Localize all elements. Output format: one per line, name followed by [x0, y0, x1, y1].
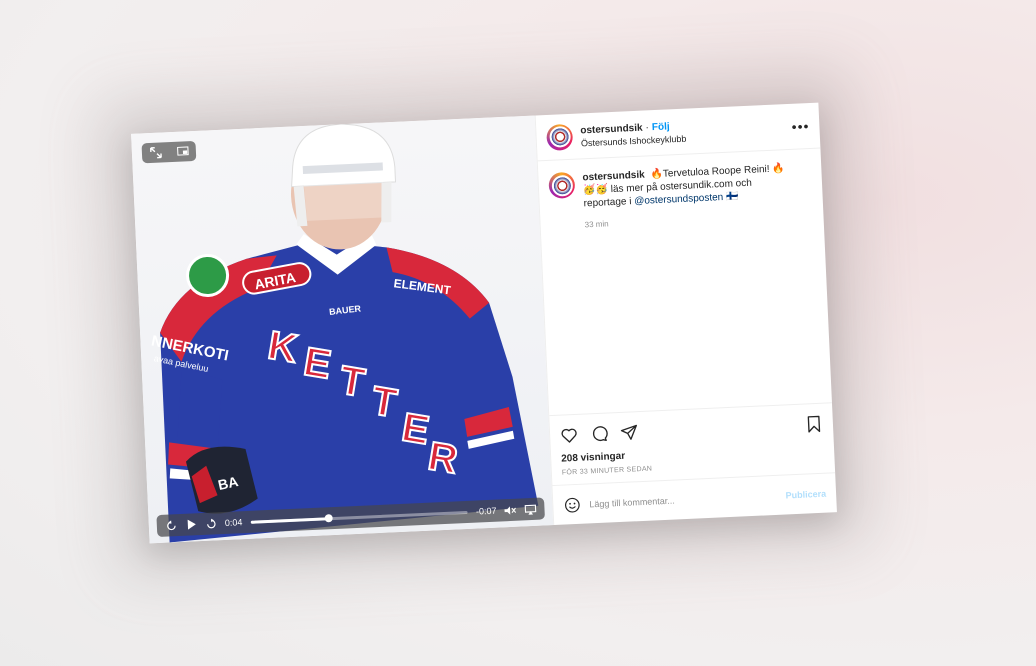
heart-icon[interactable]: [560, 426, 579, 445]
actions-bar: 208 visningar FÖR 33 MINUTER SEDAN: [549, 402, 835, 478]
comment-bar: Publicera: [552, 472, 837, 526]
caption: ostersundsik 🔥Tervetuloa Roope Reini! 🔥🥳…: [582, 162, 794, 210]
progress-fill: [250, 516, 329, 524]
video-player[interactable]: K E T T E R ARITA NNERKOTI avaa palveluu…: [131, 115, 554, 544]
send-icon[interactable]: [620, 423, 639, 442]
more-options-button[interactable]: •••: [791, 118, 809, 135]
comment-icon[interactable]: [590, 424, 609, 443]
progress-knob[interactable]: [324, 513, 333, 522]
caption-area: ostersundsik 🔥Tervetuloa Roope Reini! 🔥🥳…: [538, 149, 832, 416]
avatar[interactable]: [546, 123, 574, 151]
expand-icon: [149, 146, 162, 159]
caption-avatar[interactable]: [548, 171, 576, 199]
mute-icon[interactable]: [504, 504, 517, 517]
separator-dot: ·: [645, 121, 650, 133]
airplay-icon[interactable]: [524, 503, 537, 516]
club-logo: [552, 176, 571, 195]
follow-button[interactable]: Följ: [652, 121, 670, 133]
caption-username[interactable]: ostersundsik: [582, 170, 645, 184]
play-icon[interactable]: [185, 518, 198, 531]
expand-button[interactable]: [141, 140, 197, 164]
publish-button[interactable]: Publicera: [785, 488, 826, 500]
elapsed-time: 0:04: [224, 517, 243, 528]
forward-icon[interactable]: [205, 517, 218, 530]
club-logo: [550, 128, 569, 146]
comment-input[interactable]: [589, 490, 778, 509]
remaining-time: -0:07: [475, 505, 497, 517]
bookmark-icon[interactable]: [805, 415, 824, 434]
post-dialog: K E T T E R ARITA NNERKOTI avaa palveluu…: [131, 102, 837, 544]
emoji-icon[interactable]: [563, 495, 582, 514]
video-frame: K E T T E R ARITA NNERKOTI avaa palveluu…: [150, 123, 539, 543]
rewind-icon[interactable]: [165, 519, 178, 532]
username-link[interactable]: ostersundsik: [580, 122, 643, 136]
pip-icon[interactable]: [176, 145, 189, 158]
mention-link[interactable]: @ostersundsposten: [634, 192, 724, 207]
screen: K E T T E R ARITA NNERKOTI avaa palveluu…: [0, 0, 1036, 666]
caption-time: 33 min: [584, 219, 609, 230]
flag-emoji: 🇫🇮: [725, 191, 739, 203]
post-side-panel: ostersundsik · Följ Östersunds Ishockeyklu…: [534, 102, 837, 526]
progress-scrubber[interactable]: [250, 510, 469, 524]
